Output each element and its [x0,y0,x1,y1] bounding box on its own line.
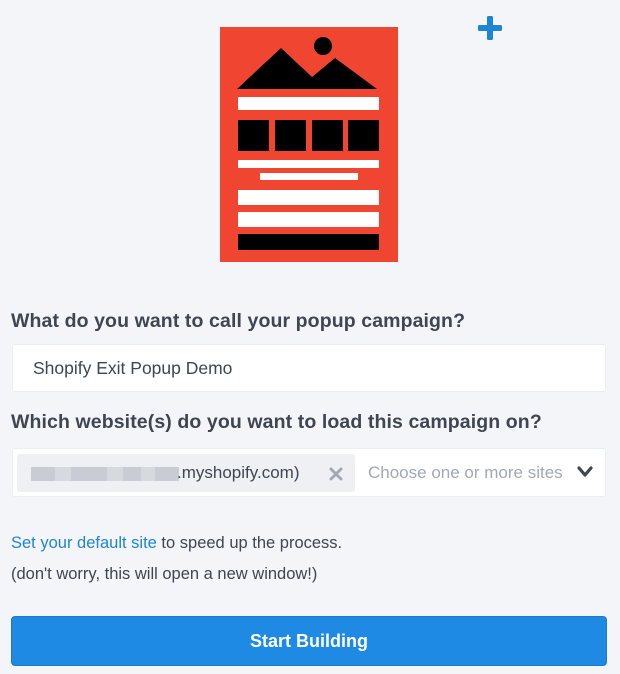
website-multiselect[interactable]: .myshopify.com) Choose one or more sites [12,448,606,497]
plus-icon[interactable] [477,15,503,41]
default-site-hint: Set your default site to speed up the pr… [11,534,342,553]
redacted-site-name [31,467,179,481]
website-select-label: Which website(s) do you want to load thi… [11,411,542,433]
website-select-placeholder[interactable]: Choose one or more sites [368,463,580,483]
campaign-name-label: What do you want to call your popup camp… [11,310,466,332]
selected-site-label: .myshopify.com) [177,463,300,482]
popup-template-illustration [220,27,398,262]
campaign-name-input[interactable] [12,344,606,392]
close-icon[interactable] [327,465,345,483]
illustration-sun [314,37,332,55]
selected-site-chip: .myshopify.com) [17,454,355,492]
default-site-hint-text: to speed up the process. [156,534,343,552]
chevron-down-icon[interactable] [577,466,593,478]
start-building-button[interactable]: Start Building [11,616,607,666]
new-window-note: (don't worry, this will open a new windo… [11,565,318,583]
set-default-site-link[interactable]: Set your default site [11,534,157,552]
